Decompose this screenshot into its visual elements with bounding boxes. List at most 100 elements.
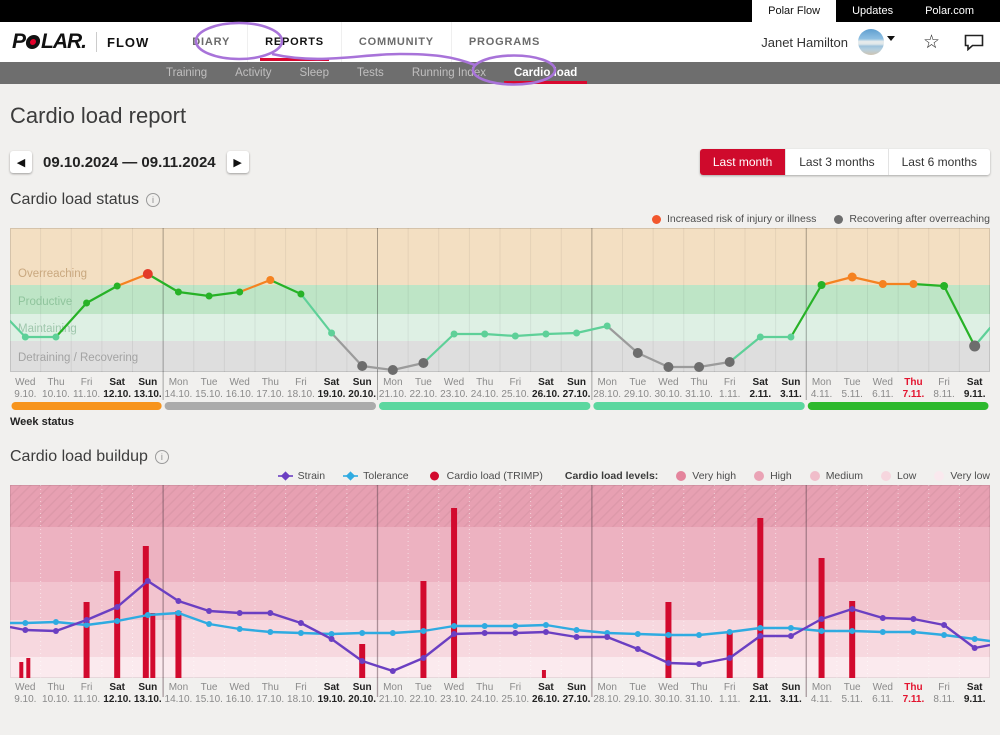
legend-item: Strain — [278, 470, 325, 482]
legend-level-item: Very low — [934, 470, 990, 482]
avatar[interactable] — [858, 29, 884, 55]
range-button-last-month[interactable]: Last month — [700, 149, 785, 175]
svg-text:Fri: Fri — [81, 682, 93, 693]
subnav-item-tests[interactable]: Tests — [343, 62, 398, 84]
svg-text:Fri: Fri — [724, 682, 736, 693]
svg-text:Thu: Thu — [904, 377, 922, 388]
svg-text:Wed: Wed — [15, 682, 35, 693]
chevron-down-icon[interactable] — [887, 36, 895, 41]
svg-text:Fri: Fri — [509, 377, 521, 388]
svg-text:Wed: Wed — [444, 377, 464, 388]
svg-text:26.10.: 26.10. — [532, 389, 560, 400]
site-switch-bar: Polar FlowUpdatesPolar.com — [0, 0, 1000, 22]
svg-text:31.10.: 31.10. — [685, 694, 713, 705]
nav-item-programs[interactable]: PROGRAMS — [451, 22, 557, 62]
svg-text:Sat: Sat — [967, 682, 983, 693]
svg-text:31.10.: 31.10. — [685, 389, 713, 400]
subnav-item-cardio-load[interactable]: Cardio load — [500, 62, 591, 84]
polar-logo-text: PLAR. — [12, 30, 86, 54]
svg-text:Sun: Sun — [567, 377, 586, 388]
range-button-group: Last monthLast 3 monthsLast 6 months — [700, 149, 990, 175]
svg-text:22.10.: 22.10. — [410, 389, 438, 400]
info-icon[interactable]: i — [146, 193, 160, 207]
subnav-item-running-index[interactable]: Running Index — [398, 62, 500, 84]
svg-text:24.10.: 24.10. — [471, 694, 499, 705]
legend-level-item: Medium — [810, 470, 863, 482]
svg-text:16.10.: 16.10. — [226, 694, 254, 705]
subnav-item-activity[interactable]: Activity — [221, 62, 285, 84]
legend-dot-icon — [676, 471, 686, 481]
svg-text:11.10.: 11.10. — [73, 389, 100, 400]
svg-text:6.11.: 6.11. — [872, 389, 894, 400]
reports-subnav: TrainingActivitySleepTestsRunning IndexC… — [0, 62, 1000, 84]
svg-text:Sun: Sun — [353, 377, 372, 388]
info-icon[interactable]: i — [155, 450, 169, 464]
svg-text:16.10.: 16.10. — [226, 389, 254, 400]
svg-text:Wed: Wed — [229, 377, 249, 388]
svg-text:29.10.: 29.10. — [624, 389, 652, 400]
nav-item-reports[interactable]: REPORTS — [247, 22, 341, 62]
svg-text:24.10.: 24.10. — [471, 389, 499, 400]
user-name[interactable]: Janet Hamilton — [761, 35, 848, 50]
svg-text:18.10.: 18.10. — [287, 694, 315, 705]
svg-text:22.10.: 22.10. — [410, 694, 438, 705]
nav-item-community[interactable]: COMMUNITY — [341, 22, 451, 62]
svg-text:Tue: Tue — [629, 682, 646, 693]
top-tab-polar-com[interactable]: Polar.com — [909, 0, 990, 22]
date-controls-row: ◀ 09.10.2024 — 09.11.2024 ▶ Last monthLa… — [10, 149, 990, 175]
top-tab-polar-flow[interactable]: Polar Flow — [752, 0, 836, 22]
range-button-last-6-months[interactable]: Last 6 months — [888, 149, 990, 175]
svg-text:Fri: Fri — [295, 377, 307, 388]
svg-text:20.10.: 20.10. — [348, 389, 376, 400]
svg-text:Thu: Thu — [262, 682, 279, 693]
legend-diamond-icon — [278, 471, 293, 481]
svg-text:Thu: Thu — [262, 377, 279, 388]
cardio-load-status-chart[interactable]: OverreachingProductiveMaintainingDetrain… — [10, 228, 990, 414]
svg-text:Tue: Tue — [844, 377, 861, 388]
svg-text:Tue: Tue — [844, 682, 861, 693]
svg-text:Sun: Sun — [567, 682, 586, 693]
svg-text:8.11.: 8.11. — [933, 694, 955, 705]
top-tab-updates[interactable]: Updates — [836, 0, 909, 22]
svg-text:23.10.: 23.10. — [440, 389, 468, 400]
subnav-item-training[interactable]: Training — [152, 62, 221, 84]
svg-text:6.11.: 6.11. — [872, 694, 894, 705]
legend-item: Tolerance — [343, 470, 409, 482]
svg-text:Mon: Mon — [812, 682, 831, 693]
cardio-load-buildup-chart[interactable]: Wed9.10.Thu10.10.Fri11.10.Sat12.10.Sun13… — [10, 485, 990, 707]
svg-text:25.10.: 25.10. — [501, 694, 529, 705]
svg-text:28.10.: 28.10. — [593, 694, 621, 705]
svg-text:30.10.: 30.10. — [655, 389, 683, 400]
subnav-item-sleep[interactable]: Sleep — [286, 62, 343, 84]
status-chart-legend: Increased risk of injury or illnessRecov… — [10, 212, 990, 226]
svg-text:Fri: Fri — [81, 377, 93, 388]
svg-text:5.11.: 5.11. — [841, 694, 863, 705]
svg-text:2.11.: 2.11. — [749, 694, 771, 705]
svg-text:19.10.: 19.10. — [318, 389, 346, 400]
legend-dot-icon — [652, 215, 661, 224]
svg-text:28.10.: 28.10. — [593, 389, 621, 400]
svg-text:21.10.: 21.10. — [379, 694, 407, 705]
favorites-star-icon[interactable]: ☆ — [923, 33, 940, 52]
previous-period-button[interactable]: ◀ — [10, 151, 32, 173]
page-title: Cardio load report — [10, 103, 990, 129]
range-button-last-3-months[interactable]: Last 3 months — [785, 149, 887, 175]
nav-item-diary[interactable]: DIARY — [175, 22, 247, 62]
svg-text:Sat: Sat — [324, 682, 340, 693]
svg-text:3.11.: 3.11. — [780, 694, 802, 705]
svg-text:1.11.: 1.11. — [719, 389, 741, 400]
svg-text:1.11.: 1.11. — [719, 694, 741, 705]
polar-flow-logo[interactable]: PLAR. FLOW — [12, 30, 149, 54]
svg-text:Overreaching: Overreaching — [18, 268, 87, 280]
feedback-bubble-icon[interactable] — [964, 34, 984, 51]
svg-text:Thu: Thu — [690, 682, 707, 693]
buildup-chart-legend: StrainToleranceCardio load (TRIMP)Cardio… — [10, 469, 990, 483]
svg-text:Sun: Sun — [353, 682, 372, 693]
legend-level-item: High — [754, 470, 792, 482]
next-period-button[interactable]: ▶ — [227, 151, 249, 173]
svg-text:11.10.: 11.10. — [73, 694, 100, 705]
svg-text:4.11.: 4.11. — [811, 694, 833, 705]
svg-text:Tue: Tue — [629, 377, 646, 388]
buildup-section-heading: Cardio load buildup i — [10, 448, 990, 466]
legend-circle-icon — [427, 471, 442, 481]
